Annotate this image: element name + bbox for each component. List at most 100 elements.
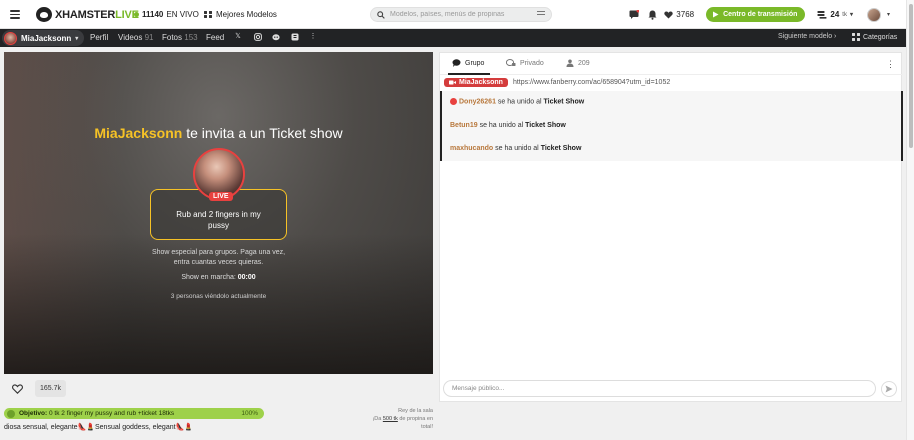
model-switcher[interactable]: MiaJacksonn ▾ xyxy=(2,30,85,46)
tab-group-chat[interactable]: Grupo xyxy=(452,59,484,67)
live-dot-icon xyxy=(134,12,139,17)
show-running: Show en marcha: 00:00 xyxy=(4,274,433,281)
chat-messages: Dony26261 se ha unido al Ticket Show Bet… xyxy=(440,91,903,161)
tab-profile[interactable]: Perfil xyxy=(90,33,108,42)
chat-username[interactable]: maxhucando xyxy=(450,145,493,152)
video-player[interactable]: MiaJacksonn te invita a un Ticket show R… xyxy=(4,52,433,374)
favorite-button[interactable] xyxy=(10,381,25,396)
show-running-label: Show en marcha: xyxy=(181,274,236,281)
pinned-message: MiaJacksonn https://www.fanberry.com/ac/… xyxy=(444,78,670,87)
live-badge: LIVE xyxy=(209,192,233,201)
tab-group-label: Grupo xyxy=(465,59,485,67)
invite-model-name: MiaJacksonn xyxy=(94,125,183,141)
next-model-label: Siguiente modelo xyxy=(778,33,833,40)
room-king-amount[interactable]: 500 tk xyxy=(383,416,398,422)
next-model-button[interactable]: Siguiente modelo › xyxy=(778,33,836,40)
chat-text: se ha unido al xyxy=(497,98,542,106)
user-badge-icon xyxy=(450,98,457,105)
tab-videos[interactable]: Videos 91 xyxy=(118,33,153,42)
camera-icon xyxy=(449,80,456,85)
more-icon[interactable]: ⋮ xyxy=(309,33,317,41)
page-scrollbar[interactable] xyxy=(906,0,914,440)
tab-users[interactable]: 209 xyxy=(566,59,590,67)
bell-icon[interactable] xyxy=(646,9,658,21)
discord-icon[interactable] xyxy=(272,33,280,41)
photos-label: Fotos xyxy=(162,33,183,42)
send-button[interactable] xyxy=(881,381,897,397)
broadcast-center-button[interactable]: Centro de transmisión xyxy=(706,7,806,22)
balance-amount: 24 xyxy=(830,10,840,19)
header-actions: 3768 Centro de transmisión 24 tk ▾ ▾ xyxy=(628,6,890,23)
search-input[interactable] xyxy=(390,11,530,18)
active-tab-indicator xyxy=(448,73,490,75)
invite-text: te invita a un Ticket show xyxy=(186,125,343,141)
chat-bubble-icon xyxy=(452,59,461,67)
tab-feed[interactable]: Feed xyxy=(206,33,224,42)
categories-button[interactable]: Categorías xyxy=(852,33,897,41)
chat-tabs: Grupo Privado 209 ⋮ xyxy=(440,53,903,75)
chat-menu-icon[interactable]: ⋮ xyxy=(886,59,895,70)
pinned-link[interactable]: https://www.fanberry.com/ac/658904?utm_i… xyxy=(513,79,670,86)
chat-panel: Grupo Privado 209 ⋮ MiaJacksonn https://… xyxy=(439,52,903,402)
top-models-link[interactable]: Mejores Modelos xyxy=(204,10,277,19)
goal-text: 0 tk 2 finger my pussy and rub +ticket 1… xyxy=(48,410,175,417)
menu-icon[interactable] xyxy=(10,10,20,19)
chevron-down-icon: ▾ xyxy=(849,12,853,18)
pinned-model-name: MiaJacksonn xyxy=(459,79,503,86)
tab-private-label: Privado xyxy=(520,59,544,67)
balance-unit: tk xyxy=(842,11,847,18)
user-icon xyxy=(566,59,574,67)
chat-username[interactable]: Betun19 xyxy=(450,122,478,129)
play-icon xyxy=(713,11,719,18)
videos-label: Videos xyxy=(118,33,143,42)
show-description-line1: Show especial para grupos. Paga una vez, xyxy=(151,249,286,256)
chat-input[interactable] xyxy=(443,380,876,397)
chevron-down-icon[interactable]: ▾ xyxy=(887,11,890,18)
categories-grid-icon xyxy=(852,33,860,41)
goal-prefix: Objetivo: xyxy=(19,410,48,417)
live-count-label: EN VIVO xyxy=(166,10,199,19)
live-count[interactable]: 11140 EN VIVO xyxy=(134,10,199,19)
tokens-count: 3768 xyxy=(676,10,695,19)
chat-bold-text: Ticket Show xyxy=(540,145,582,152)
goal-progress-bar: Objetivo: 0 tk 2 finger my pussy and rub… xyxy=(4,408,264,419)
categories-label: Categorías xyxy=(863,33,898,41)
user-avatar[interactable] xyxy=(866,7,881,22)
chat-username[interactable]: Dony26261 xyxy=(459,98,496,105)
messages-icon[interactable] xyxy=(628,9,640,21)
tab-private-chat[interactable]: Privado xyxy=(506,59,544,67)
chat-text: se ha unido al xyxy=(495,145,539,152)
instagram-icon[interactable] xyxy=(254,33,262,41)
chat-message: Betun19 se ha unido al Ticket Show xyxy=(450,122,566,129)
heart-icon xyxy=(664,10,673,19)
show-description-line2: entra cuantas veces quieras. xyxy=(173,259,264,266)
show-running-time: 00:00 xyxy=(237,274,256,281)
chat-bold-text: Ticket Show xyxy=(543,98,585,106)
x-social-icon[interactable]: 𝕏 xyxy=(234,33,242,41)
users-count: 209 xyxy=(578,59,590,67)
show-title: Rub and 2 fingers in my pussy xyxy=(176,209,261,230)
top-bar: XHAMSTERLIVE 11140 EN VIVO Mejores Model… xyxy=(0,0,906,29)
photos-count: 153 xyxy=(184,33,198,42)
token-balance[interactable]: 24 tk ▾ xyxy=(817,10,853,19)
model-nav-bar: MiaJacksonn ▾ Perfil Videos 91 Fotos 153… xyxy=(0,29,906,47)
tokens-counter[interactable]: 3768 xyxy=(664,10,694,19)
chevron-right-icon: › xyxy=(834,33,837,40)
tab-photos[interactable]: Fotos 153 xyxy=(162,33,198,42)
room-king-info: Rey de la sala ¡Da 500 tk de propina en … xyxy=(360,407,433,431)
top-models-label: Mejores Modelos xyxy=(216,10,277,19)
pinned-model-tag[interactable]: MiaJacksonn xyxy=(444,78,508,87)
chat-message: maxhucando se ha unido al Ticket Show xyxy=(450,145,581,152)
send-icon xyxy=(885,385,893,393)
chat-text: se ha unido al xyxy=(479,122,524,129)
model-name: MiaJacksonn xyxy=(21,33,72,43)
coins-icon xyxy=(817,11,827,19)
site-logo[interactable]: XHAMSTERLIVE xyxy=(36,7,139,22)
live-count-number: 11140 xyxy=(142,10,164,19)
show-description: Show especial para grupos. Paga una vez,… xyxy=(4,248,433,268)
fanberry-icon[interactable] xyxy=(291,33,299,41)
filter-icon[interactable] xyxy=(537,11,545,18)
scrollbar-thumb[interactable] xyxy=(909,4,913,148)
search-box xyxy=(370,7,552,22)
broadcast-label: Centro de transmisión xyxy=(723,11,798,18)
